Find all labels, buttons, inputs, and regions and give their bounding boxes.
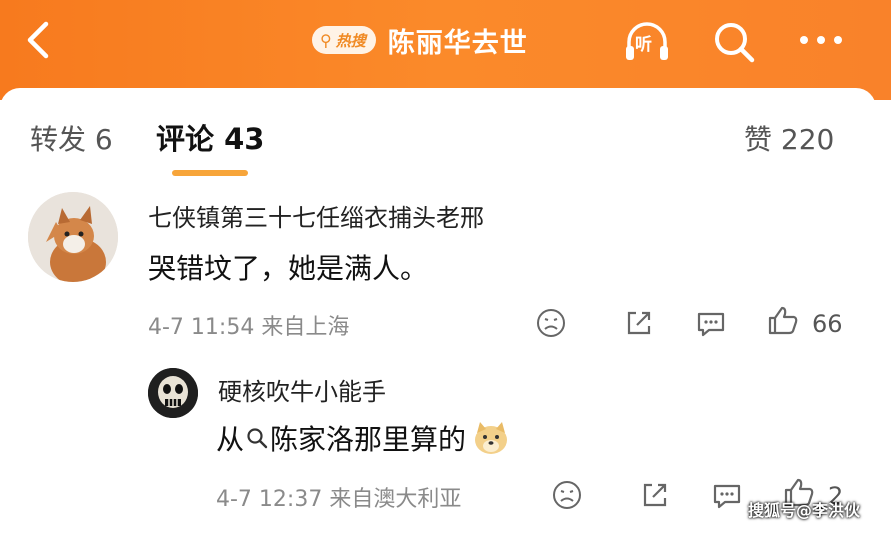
topic-title[interactable]: ⚲ 热搜 陈丽华去世 — [312, 20, 528, 60]
dislike-face-icon[interactable] — [550, 478, 584, 512]
search-link-icon[interactable] — [246, 427, 268, 449]
tab-likes[interactable]: 赞 220 — [744, 118, 834, 158]
more-icon[interactable] — [796, 30, 846, 50]
comment-author[interactable]: 七侠镇第三十七任缁衣捕头老邢 — [148, 198, 484, 233]
comment-text-prefix: 从 — [216, 423, 245, 456]
comment-meta: 4-7 12:37 来自澳大利亚 — [216, 487, 462, 512]
avatar[interactable] — [28, 192, 118, 282]
avatar[interactable] — [148, 368, 198, 418]
doge-emoji-icon — [475, 422, 508, 454]
dislike-face-icon[interactable] — [534, 306, 568, 340]
watermark: 搜狐号@李洪伙 — [748, 501, 861, 520]
active-tab-indicator — [172, 170, 248, 176]
tab-comments[interactable]: 评论 43 — [156, 116, 264, 158]
cat-avatar-icon — [28, 192, 118, 282]
search-icon[interactable] — [710, 18, 758, 66]
comment-author[interactable]: 硬核吹牛小能手 — [218, 372, 386, 407]
tab-forward[interactable]: 转发 6 — [30, 118, 113, 158]
search-icon: ⚲ — [320, 30, 332, 50]
comment-text: 从 陈家洛那里算的 — [216, 418, 510, 458]
listen-label: 听 — [635, 35, 652, 55]
comment-link-text[interactable]: 陈家洛那里算的 — [270, 418, 466, 458]
top-bar: ⚲ 热搜 陈丽华去世 听 — [0, 0, 891, 100]
hot-search-badge: ⚲ 热搜 — [312, 26, 376, 54]
comment-icon[interactable] — [694, 306, 728, 340]
skull-avatar-icon — [148, 368, 198, 418]
share-icon[interactable] — [622, 306, 656, 340]
listen-button[interactable]: 听 — [623, 18, 671, 66]
like-count: 66 — [812, 310, 843, 338]
back-arrow-icon[interactable] — [18, 18, 62, 62]
share-icon[interactable] — [638, 478, 672, 512]
comment-meta: 4-7 11:54 来自上海 — [148, 315, 350, 340]
comment-icon[interactable] — [710, 478, 744, 512]
comment-text: 哭错坟了，她是满人。 — [148, 252, 429, 285]
topic-name: 陈丽华去世 — [387, 27, 528, 59]
thumbs-up-icon[interactable] — [766, 304, 800, 338]
hot-search-label: 热搜 — [335, 31, 366, 50]
